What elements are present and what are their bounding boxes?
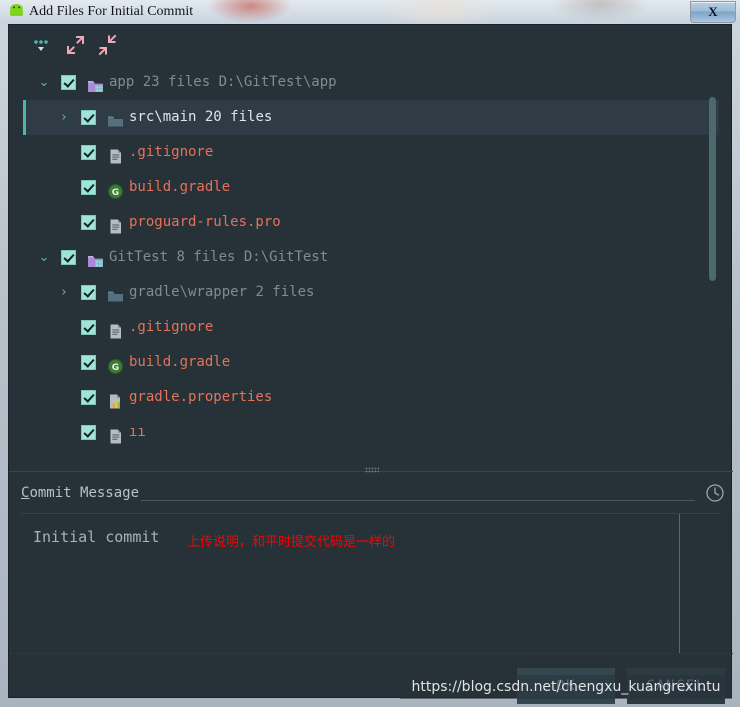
tree-row[interactable]: Gbuild.gradle [23, 170, 719, 205]
tree-row[interactable]: ıı [23, 415, 719, 450]
commit-message-header: Commit Message [9, 479, 733, 513]
tree-row[interactable]: gradle.properties [23, 380, 719, 415]
tree-row[interactable]: ⌄ GitTest 8 files D:\GitTest [23, 240, 719, 275]
tree-row-label: GitTest 8 files D:\GitTest [109, 240, 328, 275]
title-bar: Add Files For Initial Commit X [0, 0, 740, 23]
tree-row[interactable]: proguard-rules.pro [23, 205, 719, 240]
tree-toolbar [9, 25, 733, 65]
tree-row-name: ıı [129, 424, 146, 440]
text-file-icon [107, 214, 124, 234]
tree-row-label: gradle.properties [129, 380, 272, 415]
tree-row-checkbox[interactable] [81, 180, 96, 195]
android-icon [10, 4, 23, 16]
collapse-all-icon[interactable] [95, 33, 121, 57]
tree-row-file-count: 20 files [196, 109, 273, 125]
tree-scrollbar-thumb[interactable] [709, 97, 716, 281]
splitter-grip[interactable] [365, 467, 379, 473]
expand-all-icon[interactable] [63, 33, 89, 57]
text-file-icon [107, 319, 124, 339]
watermark-url: https://blog.csdn.net/chengxu_kuangrexin… [400, 675, 732, 699]
tree-row-checkbox[interactable] [81, 425, 96, 440]
window-title: Add Files For Initial Commit [29, 4, 194, 19]
chevron-down-icon[interactable]: ⌄ [37, 240, 51, 275]
tree-row-name: gradle\wrapper [129, 284, 248, 300]
tree-row-checkbox[interactable] [81, 110, 96, 125]
folder-icon [107, 109, 124, 127]
module-folder-icon [87, 74, 104, 92]
tree-row-label: src\main 20 files [129, 100, 272, 135]
close-button[interactable]: X [690, 1, 736, 23]
tree-row-checkbox[interactable] [61, 250, 76, 265]
tree-row[interactable]: › gradle\wrapper 2 files [23, 275, 719, 310]
tree-row-name: GitTest [109, 249, 169, 265]
tree-row-label: .gitignore [129, 310, 213, 345]
tree-row-name: .gitignore [129, 319, 214, 335]
tree-row-name: src\main [129, 109, 197, 125]
tree-row-path: D:\GitTest [235, 249, 329, 265]
gradle-file-icon: G [107, 354, 124, 374]
commit-message-label-rest: ommit Message [29, 485, 140, 501]
text-file-icon [107, 424, 124, 444]
tree-row-checkbox[interactable] [61, 75, 76, 90]
folder-icon [107, 284, 124, 302]
tree-row-path: D:\GitTest\app [210, 74, 337, 90]
application-window: Add Files For Initial Commit X ⌄ app 23 … [0, 0, 740, 707]
clock-history-icon[interactable] [705, 483, 725, 503]
commit-message-text[interactable]: Initial commit [33, 528, 159, 546]
tree-row[interactable]: .gitignore [23, 310, 719, 345]
tree-row[interactable]: Gbuild.gradle [23, 345, 719, 380]
tree-row[interactable]: .gitignore [23, 135, 719, 170]
tree-row-checkbox[interactable] [81, 215, 96, 230]
commit-message-label: Commit Message [21, 485, 139, 501]
tree-row-file-count: 2 files [247, 284, 315, 300]
tree-row-checkbox[interactable] [81, 145, 96, 160]
tree-row-name: app [109, 74, 135, 90]
tree-scrollbar[interactable] [707, 65, 717, 465]
chevron-down-icon[interactable]: ⌄ [37, 65, 51, 100]
show-options-menu-button[interactable] [31, 33, 57, 57]
tree-row-label: gradle\wrapper 2 files [129, 275, 314, 310]
panel-splitter[interactable] [9, 465, 733, 479]
tree-row-name: build.gradle [129, 354, 231, 370]
tree-row-checkbox[interactable] [81, 355, 96, 370]
tree-row-label: ıı [129, 415, 146, 450]
tree-row-name: .gitignore [129, 144, 214, 160]
tree-row-checkbox[interactable] [81, 285, 96, 300]
tree-row-name: proguard-rules.pro [129, 214, 281, 230]
tree-row[interactable]: ⌄ app 23 files D:\GitTest\app [23, 65, 719, 100]
commit-message-separator [141, 500, 695, 501]
tree-row-file-count: 23 files [134, 74, 211, 90]
tree-row-name: build.gradle [129, 179, 231, 195]
tree-row-label: app 23 files D:\GitTest\app [109, 65, 337, 100]
right-margin-guide [679, 514, 680, 654]
tree-row-checkbox[interactable] [81, 390, 96, 405]
tree-row-label: build.gradle [129, 170, 230, 205]
tree-row-checkbox[interactable] [81, 320, 96, 335]
file-tree[interactable]: ⌄ app 23 files D:\GitTest\app › src\main 20… [23, 65, 719, 465]
gradle-file-icon: G [107, 179, 124, 199]
properties-file-icon [107, 389, 124, 409]
file-tree-rows: ⌄ app 23 files D:\GitTest\app › src\main 20… [23, 65, 719, 450]
chevron-right-icon[interactable]: › [57, 100, 71, 135]
tree-row-label: .gitignore [129, 135, 213, 170]
module-folder-icon [87, 249, 104, 267]
tree-row[interactable]: › src\main 20 files [23, 100, 719, 135]
tree-row-label: build.gradle [129, 345, 230, 380]
tree-row-label: proguard-rules.pro [129, 205, 281, 240]
add-files-dialog: ⌄ app 23 files D:\GitTest\app › src\main 20… [8, 24, 733, 704]
tree-row-file-count: 8 files [168, 249, 236, 265]
text-file-icon [107, 144, 124, 164]
svg-text:G: G [112, 363, 119, 373]
tree-row-name: gradle.properties [129, 389, 273, 405]
annotation-text: 上传说明，和平时提交代码是一样的 [187, 535, 396, 550]
svg-text:G: G [112, 188, 119, 198]
chevron-right-icon[interactable]: › [57, 275, 71, 310]
